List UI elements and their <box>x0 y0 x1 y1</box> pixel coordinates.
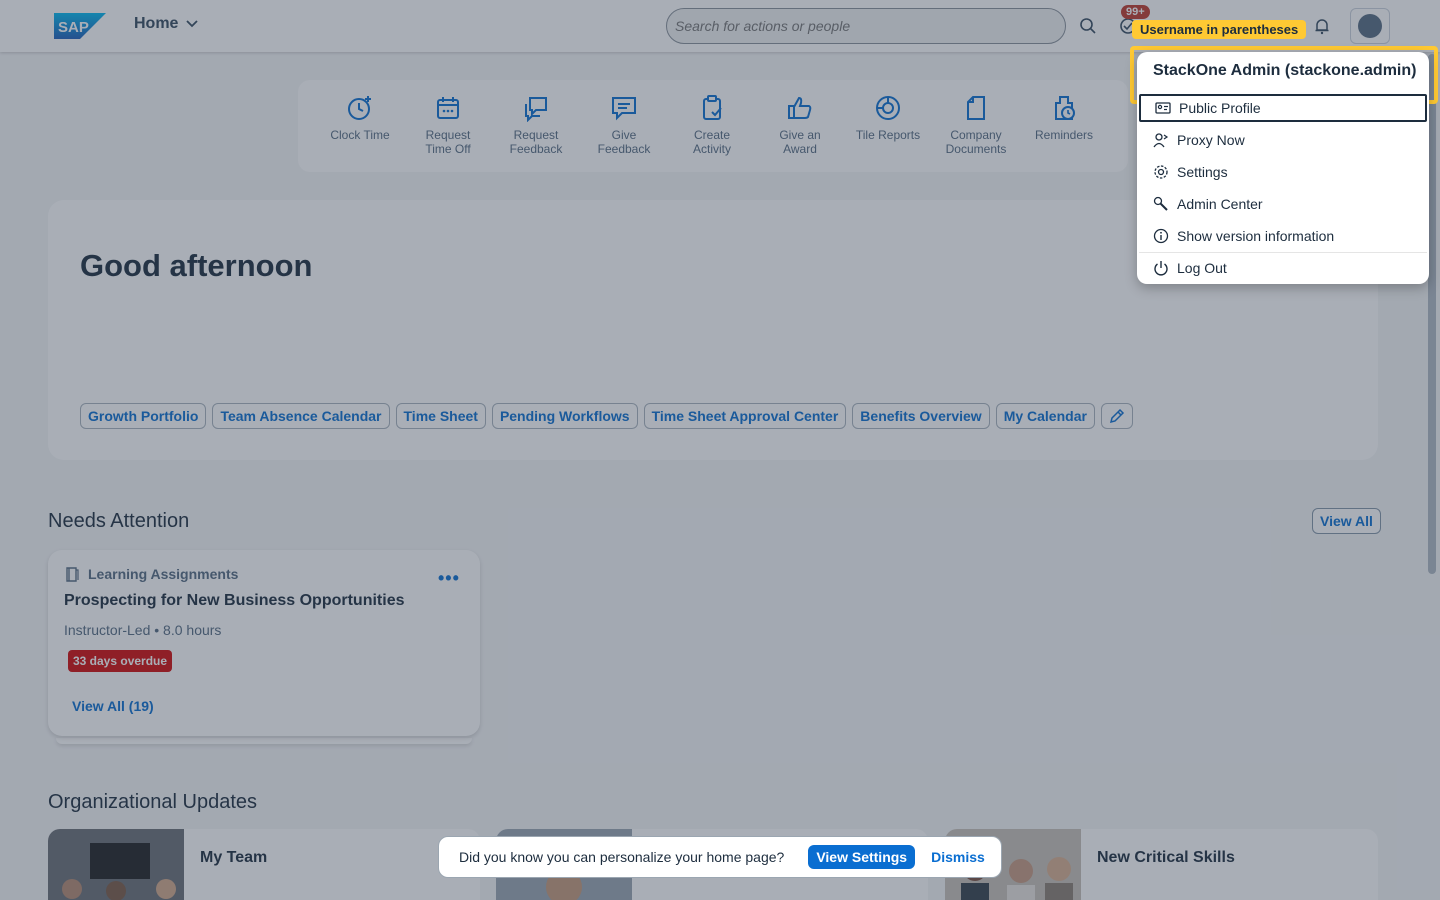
menu-item-proxy-now[interactable]: Proxy Now <box>1139 126 1427 154</box>
menu-item-version-info[interactable]: Show version information <box>1139 222 1427 250</box>
guided-tooltip: Username in parentheses <box>1132 20 1307 39</box>
menu-item-label: Settings <box>1177 164 1228 180</box>
menu-divider <box>1139 252 1427 253</box>
menu-item-label: Log Out <box>1177 260 1227 276</box>
wrench-icon <box>1153 196 1168 211</box>
menu-item-settings[interactable]: Settings <box>1139 158 1427 186</box>
scrollbar[interactable] <box>1428 54 1436 574</box>
user-menu-popover: StackOne Admin (stackone.admin) Public P… <box>1137 52 1429 284</box>
view-settings-button[interactable]: View Settings <box>808 845 916 869</box>
toast-message: Did you know you can personalize your ho… <box>459 849 785 865</box>
menu-item-label: Public Profile <box>1179 100 1261 116</box>
user-display-name: StackOne Admin (stackone.admin) <box>1153 62 1417 79</box>
info-icon <box>1153 228 1169 244</box>
menu-item-label: Proxy Now <box>1177 132 1245 148</box>
menu-item-admin-center[interactable]: Admin Center <box>1139 190 1427 218</box>
dismiss-button[interactable]: Dismiss <box>931 849 985 865</box>
menu-item-log-out[interactable]: Log Out <box>1139 254 1427 282</box>
power-icon <box>1154 261 1168 276</box>
menu-item-public-profile[interactable]: Public Profile <box>1139 94 1427 122</box>
id-card-icon <box>1155 102 1171 114</box>
personalize-toast: Did you know you can personalize your ho… <box>438 836 1002 878</box>
menu-item-label: Admin Center <box>1177 196 1263 212</box>
gear-icon <box>1154 165 1168 179</box>
proxy-icon <box>1153 133 1169 148</box>
menu-item-label: Show version information <box>1177 228 1335 244</box>
